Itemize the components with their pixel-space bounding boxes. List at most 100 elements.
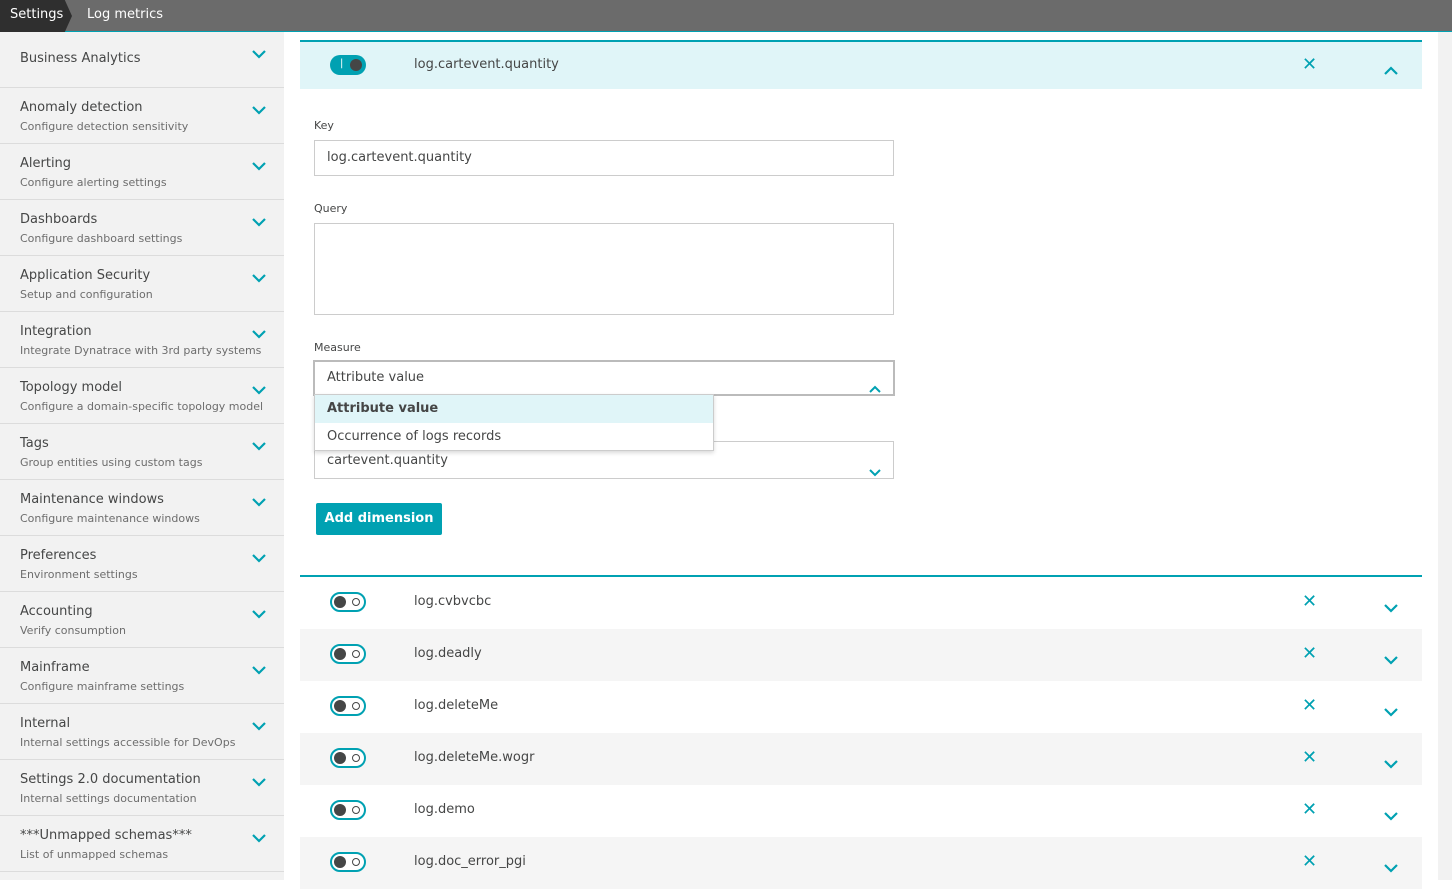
key-label: Key: [314, 119, 334, 132]
sidebar: Business Analytics Anomaly detection Confi…: [0, 32, 284, 880]
chevron-down-icon[interactable]: [252, 106, 266, 115]
sidebar-item-title: Integration: [20, 324, 92, 339]
top-bar: Settings Log metrics: [0, 0, 1452, 32]
sidebar-item[interactable]: Maintenance windows Configure maintenance…: [0, 480, 284, 536]
sidebar-item-subtitle: Internal settings documentation: [20, 792, 197, 805]
chevron-down-icon[interactable]: [252, 498, 266, 507]
delete-icon[interactable]: ✕: [1302, 799, 1317, 820]
delete-icon[interactable]: ✕: [1302, 54, 1317, 75]
delete-icon[interactable]: ✕: [1302, 747, 1317, 768]
metric-name: log.demo: [414, 802, 475, 817]
chevron-down-icon[interactable]: [252, 722, 266, 731]
sidebar-item[interactable]: Business Analytics: [0, 32, 284, 88]
sidebar-item[interactable]: Settings 2.0 documentation Internal setti…: [0, 760, 284, 816]
chevron-down-icon[interactable]: [1384, 702, 1398, 721]
option-attribute-value[interactable]: Attribute value: [315, 395, 713, 423]
chevron-down-icon[interactable]: [252, 610, 266, 619]
sidebar-item-subtitle: Configure mainframe settings: [20, 680, 185, 693]
sidebar-item-subtitle: Configure detection sensitivity: [20, 120, 189, 133]
chevron-down-icon[interactable]: [252, 442, 266, 451]
sidebar-item-title: ***Unmapped schemas***: [20, 828, 192, 843]
enabled-toggle[interactable]: [330, 748, 366, 768]
sidebar-item-title: Topology model: [20, 380, 123, 395]
sidebar-item[interactable]: Alerting Configure alerting settings: [0, 144, 284, 200]
sidebar-item[interactable]: Application Security Setup and configurat…: [0, 256, 284, 312]
sidebar-item-subtitle: Environment settings: [20, 568, 138, 581]
delete-icon[interactable]: ✕: [1302, 591, 1317, 612]
enabled-toggle[interactable]: [330, 696, 366, 716]
chevron-down-icon: [869, 455, 881, 493]
chevron-down-icon[interactable]: [252, 554, 266, 563]
option-occurrence[interactable]: Occurrence of logs records: [315, 423, 713, 451]
chevron-down-icon[interactable]: [252, 162, 266, 171]
chevron-down-icon[interactable]: [1384, 650, 1398, 669]
scrollbar[interactable]: [1438, 32, 1452, 880]
chevron-up-icon: [869, 374, 881, 406]
metric-row[interactable]: log.deadly ✕: [300, 629, 1422, 681]
key-input[interactable]: log.cartevent.quantity: [314, 140, 894, 176]
delete-icon[interactable]: ✕: [1302, 643, 1317, 664]
metric-row[interactable]: log.deleteMe ✕: [300, 681, 1422, 733]
sidebar-item-title: Preferences: [20, 548, 97, 563]
add-dimension-button[interactable]: Add dimension: [316, 503, 442, 535]
sidebar-item-title: Tags: [20, 436, 49, 451]
chevron-down-icon[interactable]: [1384, 754, 1398, 773]
metric-name: log.cvbvcbc: [414, 594, 492, 609]
sidebar-item-title: Business Analytics: [20, 51, 141, 66]
metric-row[interactable]: log.demo ✕: [300, 785, 1422, 837]
metric-row[interactable]: log.doc_error_pgi ✕: [300, 837, 1422, 889]
chevron-down-icon[interactable]: [1384, 858, 1398, 877]
sidebar-item-title: Dashboards: [20, 212, 98, 227]
enabled-toggle[interactable]: [330, 644, 366, 664]
query-label: Query: [314, 202, 348, 215]
sidebar-item[interactable]: Dashboards Configure dashboard settings: [0, 200, 284, 256]
enabled-toggle[interactable]: [330, 852, 366, 872]
metric-row[interactable]: log.deleteMe.wogr ✕: [300, 733, 1422, 785]
chevron-down-icon[interactable]: [252, 218, 266, 227]
sidebar-item[interactable]: Tags Group entities using custom tags: [0, 424, 284, 480]
sidebar-item-subtitle: Verify consumption: [20, 624, 126, 637]
metric-name: log.doc_error_pgi: [414, 854, 526, 869]
breadcrumb-settings[interactable]: Settings: [0, 0, 72, 32]
chevron-up-icon[interactable]: [1384, 60, 1398, 79]
chevron-down-icon[interactable]: [1384, 598, 1398, 617]
sidebar-item-title: Maintenance windows: [20, 492, 164, 507]
sidebar-item[interactable]: ***Unmapped schemas*** List of unmapped s…: [0, 816, 284, 872]
chevron-down-icon[interactable]: [252, 274, 266, 283]
sidebar-item[interactable]: Integration Integrate Dynatrace with 3rd …: [0, 312, 284, 368]
enabled-toggle[interactable]: [330, 800, 366, 820]
chevron-down-icon[interactable]: [252, 666, 266, 675]
query-textarea[interactable]: [314, 223, 894, 315]
chevron-down-icon[interactable]: [252, 778, 266, 787]
enabled-toggle[interactable]: |: [330, 55, 366, 75]
sidebar-item[interactable]: Preferences Environment settings: [0, 536, 284, 592]
metric-row[interactable]: log.cvbvcbc ✕: [300, 577, 1422, 629]
sidebar-item-title: Application Security: [20, 268, 151, 283]
sidebar-item[interactable]: Topology model Configure a domain-specifi…: [0, 368, 284, 424]
enabled-toggle[interactable]: [330, 592, 366, 612]
sidebar-item-title: Anomaly detection: [20, 100, 143, 115]
sidebar-item-subtitle: Setup and configuration: [20, 288, 153, 301]
sidebar-item[interactable]: Internal Internal settings accessible for…: [0, 704, 284, 760]
sidebar-item-subtitle: Configure dashboard settings: [20, 232, 183, 245]
measure-select[interactable]: Attribute value: [313, 360, 895, 396]
sidebar-item-subtitle: Configure a domain-specific topology mod…: [20, 400, 264, 413]
sidebar-item-subtitle: Configure maintenance windows: [20, 512, 200, 525]
delete-icon[interactable]: ✕: [1302, 851, 1317, 872]
sidebar-item-title: Settings 2.0 documentation: [20, 772, 201, 787]
delete-icon[interactable]: ✕: [1302, 695, 1317, 716]
sidebar-item-title: Internal: [20, 716, 71, 731]
chevron-down-icon[interactable]: [252, 386, 266, 395]
chevron-down-icon[interactable]: [1384, 806, 1398, 825]
expanded-metric-header[interactable]: | log.cartevent.quantity ✕: [300, 40, 1422, 89]
sidebar-item[interactable]: Accounting Verify consumption: [0, 592, 284, 648]
attribute-value: cartevent.quantity: [327, 453, 448, 468]
chevron-down-icon[interactable]: [252, 330, 266, 339]
sidebar-item[interactable]: Anomaly detection Configure detection sen…: [0, 88, 284, 144]
chevron-down-icon[interactable]: [252, 50, 266, 59]
measure-dropdown: Attribute value Occurrence of logs recor…: [314, 394, 714, 451]
sidebar-item[interactable]: Mainframe Configure mainframe settings: [0, 648, 284, 704]
chevron-down-icon[interactable]: [252, 834, 266, 843]
breadcrumb-log-metrics[interactable]: Log metrics: [87, 0, 163, 30]
metric-name: log.deadly: [414, 646, 482, 661]
